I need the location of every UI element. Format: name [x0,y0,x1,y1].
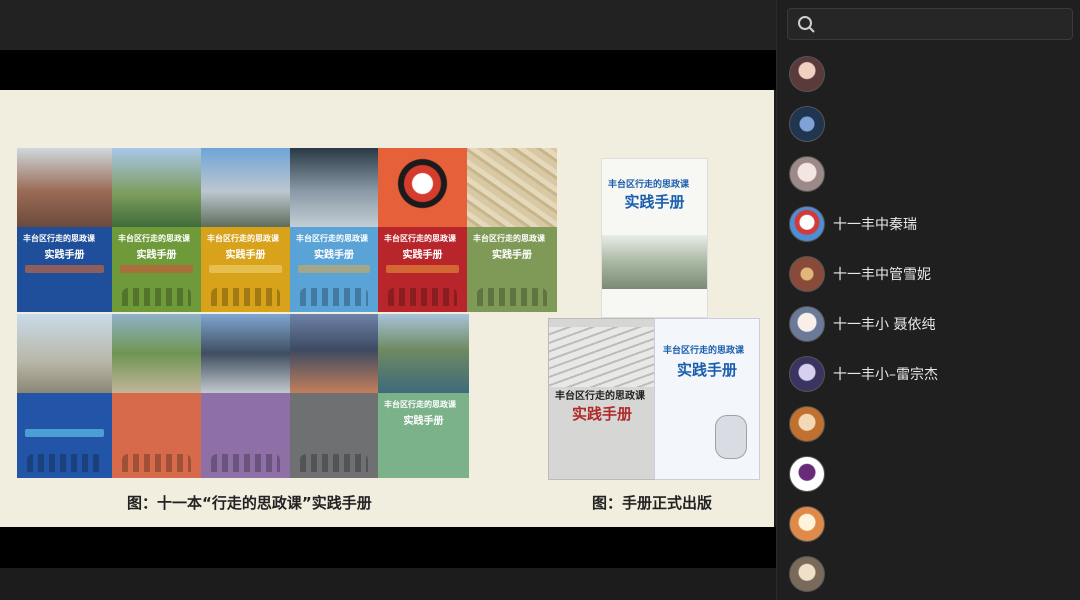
book-title: 丰台区行走的思政课 [555,391,645,402]
top-bar [0,0,776,50]
letterbox-bottom [0,527,776,568]
participant-name: 十一丰小 聂依纯 [833,317,936,333]
participant-item[interactable] [777,501,1080,545]
cover-title: 丰台区行走的思政课 [384,233,456,243]
book-title: 丰台区行走的思政课 [663,346,745,356]
avatar [789,306,825,342]
caption-left: 图：十一本“行走的思政课”实践手册 [127,494,372,512]
cover-subtitle: 实践手册 [403,415,444,427]
avatar [789,456,825,492]
avatar [789,106,825,142]
avatar [789,156,825,192]
cover-title: 丰台区行走的思政课 [473,233,545,243]
cover-subtitle: 实践手册 [314,249,354,261]
cover-title: 丰台区行走的思政课 [384,399,456,409]
avatar [789,506,825,542]
cover-subtitle: 实践手册 [402,249,443,261]
participant-item[interactable] [777,401,1080,445]
participant-item[interactable] [777,101,1080,145]
participant-item[interactable] [777,151,1080,195]
cover-title: 丰台区行走的思政课 [296,233,368,243]
book-cover: 丰台区行走的思政课 实践手册 [17,148,112,312]
cover-subtitle: 实践手册 [44,249,85,261]
book-cover [17,314,112,478]
participant-item[interactable]: 十一丰中管雪妮 [777,251,1080,295]
shared-screen-area: 丰台区行走的思政课 实践手册 丰台区行走的思政课 实践手册 丰台区行走的思政课 … [0,0,776,600]
avatar [789,256,825,292]
participant-item[interactable] [777,51,1080,95]
published-book: 丰台区行走的思政课 实践手册 [548,318,656,480]
search-icon [796,14,816,34]
avatar [789,556,825,592]
participant-name: 十一丰中秦瑞 [833,217,917,233]
participant-item[interactable] [777,451,1080,495]
book-cover: 丰台区行走的思政课 实践手册 [290,148,378,312]
book-cover: 丰台区行走的思政课 实践手册 [467,148,557,312]
presentation-slide: 丰台区行走的思政课 实践手册 丰台区行走的思政课 实践手册 丰台区行走的思政课 … [0,90,774,527]
book-subtitle: 实践手册 [676,361,737,379]
participant-name: 十一丰小–雷宗杰 [833,367,938,383]
caption-right: 图：手册正式出版 [592,494,713,512]
book-cover: 丰台区行走的思政课 实践手册 [201,148,290,312]
cover-title: 丰台区行走的思政课 [207,233,279,243]
cover-subtitle: 实践手册 [492,249,532,261]
participant-item[interactable]: 十一丰小–雷宗杰 [777,351,1080,395]
avatar [789,56,825,92]
participant-name: 十一丰中管雪妮 [833,267,931,283]
book-cover: 丰台区行走的思政课 实践手册 [112,148,201,312]
cover-title: 丰台区行走的思政课 [118,233,190,243]
astronaut-illustration [715,415,747,459]
participant-sidebar: 十一丰中秦瑞 十一丰中管雪妮 十一丰小 聂依纯 十一丰小–雷宗杰 [776,0,1080,600]
search-box[interactable] [787,8,1073,40]
book-cover [290,314,378,478]
published-book: 丰台区行走的思政课 实践手册 [601,158,708,318]
cover-subtitle: 实践手册 [136,249,177,261]
participant-item[interactable] [777,551,1080,595]
participant-item[interactable]: 十一丰小 聂依纯 [777,301,1080,345]
book-title: 丰台区行走的思政课 [608,180,690,190]
book-cover [201,314,290,478]
book-cover: 丰台区行走的思政课 实践手册 [378,148,467,312]
published-book: 丰台区行走的思政课 实践手册 [654,318,760,480]
book-cover: 丰台区行走的思政课 实践手册 [378,314,469,478]
book-subtitle: 实践手册 [571,405,632,423]
letterbox-top [0,50,776,90]
book-subtitle: 实践手册 [624,193,685,211]
book-cover [112,314,201,478]
cover-subtitle: 实践手册 [225,249,266,261]
participant-item[interactable]: 十一丰中秦瑞 [777,201,1080,245]
bottom-bar [0,568,776,600]
avatar [789,356,825,392]
avatar [789,206,825,242]
cover-title: 丰台区行走的思政课 [23,233,95,243]
avatar [789,406,825,442]
